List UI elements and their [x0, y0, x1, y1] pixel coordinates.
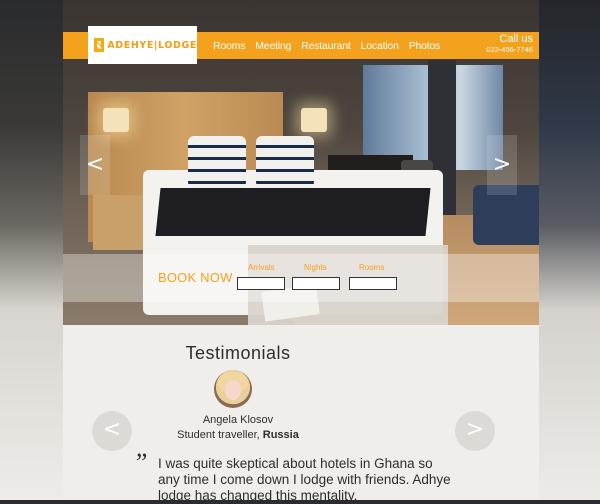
testimonial-author-name: Angela Klosov [202, 414, 274, 426]
avatar-face [225, 380, 241, 400]
nav-item-meeting[interactable]: Meeting [255, 40, 291, 52]
phone-number: 023-456-7746 [486, 45, 533, 54]
testimonial-author-role: Student traveller, Russia [0, 429, 476, 441]
backdrop-right [539, 0, 600, 500]
nav-item-rooms[interactable]: Rooms [213, 40, 245, 52]
nights-label: Nights [304, 263, 327, 272]
main-nav: Rooms Meeting Restaurant Location Photos [213, 32, 450, 59]
testimonial-prev-button[interactable]: < [92, 411, 132, 451]
logo-text: ADEHYE|LODGE [107, 39, 197, 51]
testimonial-quote: I was quite skeptical about hotels in Gh… [158, 456, 451, 503]
nights-input[interactable] [292, 277, 340, 290]
pillow-right [256, 136, 314, 188]
hero-prev-arrow[interactable]: < [80, 135, 110, 195]
nav-item-restaurant[interactable]: Restaurant [301, 40, 351, 52]
nav-item-photos[interactable]: Photos [409, 40, 441, 52]
hero-next-arrow[interactable]: > [487, 135, 517, 195]
lamp-right [301, 108, 327, 132]
author-role-label: Student traveller, [177, 429, 260, 441]
call-us-label: Call us [499, 33, 533, 45]
arrivals-input[interactable] [237, 277, 285, 290]
author-country: Russia [262, 429, 299, 441]
brand-logo[interactable]: ADEHYE|LODGE [88, 26, 197, 64]
testimonial-next-button[interactable]: > [455, 411, 495, 451]
quote-mark-icon: ” [133, 448, 148, 477]
call-us[interactable]: Call us 023-456-7746 [486, 33, 533, 54]
book-now-button[interactable]: BOOK NOW [158, 270, 233, 285]
lamp-left [103, 108, 129, 132]
pillow-left [188, 136, 246, 188]
rooms-label: Rooms [359, 263, 385, 272]
rooms-input[interactable] [349, 277, 397, 290]
nightstand [93, 195, 143, 250]
nav-item-location[interactable]: Location [361, 40, 399, 52]
testimonials-title: Testimonials [185, 343, 291, 363]
logo-mark-icon [94, 38, 105, 52]
bed-runner [155, 188, 431, 236]
avatar [214, 370, 252, 408]
arrivals-label: Arrivals [248, 263, 275, 272]
